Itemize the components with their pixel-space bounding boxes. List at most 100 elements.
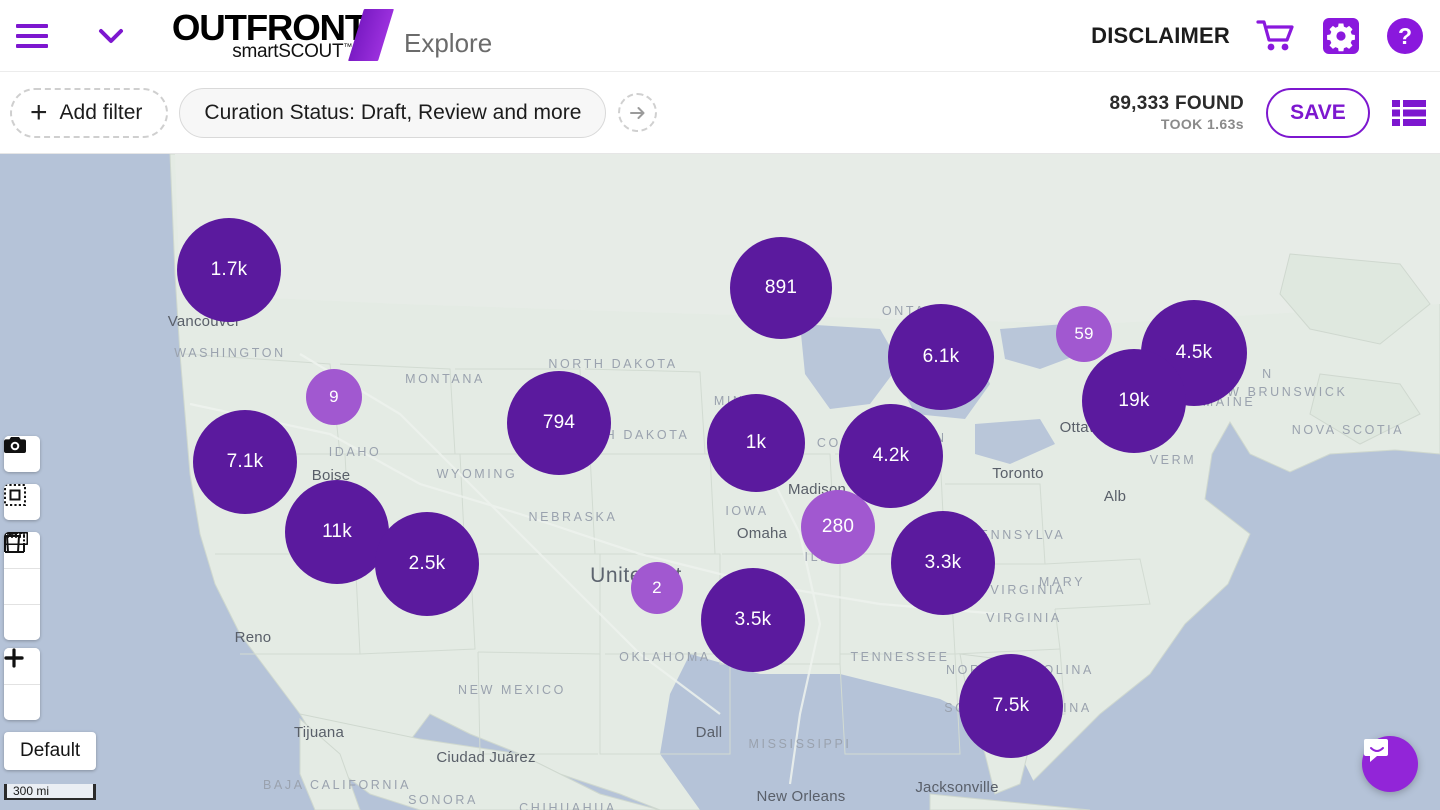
- cluster-bubble[interactable]: 7.5k: [959, 654, 1063, 758]
- chat-bubble-icon[interactable]: [1362, 736, 1418, 792]
- shopping-cart-icon[interactable]: [1256, 18, 1296, 54]
- cluster-bubble[interactable]: 11k: [285, 480, 389, 584]
- map-tool-measure-group: [4, 532, 40, 640]
- cluster-bubble-label: 9: [329, 387, 339, 407]
- cluster-bubble[interactable]: 280: [801, 490, 875, 564]
- cluster-bubble[interactable]: 19k: [1082, 349, 1186, 453]
- map-state-label: MARY: [1039, 575, 1085, 589]
- map-city-label: Tijuana: [294, 724, 344, 741]
- map-city-label: Omaha: [737, 525, 788, 542]
- help-icon[interactable]: ?: [1386, 17, 1424, 55]
- map-state-label: NOVA SCOTIA: [1292, 423, 1404, 437]
- save-button[interactable]: SAVE: [1266, 88, 1370, 138]
- map-state-label: NEBRASKA: [529, 510, 618, 524]
- basemap-style-label: Default: [20, 740, 80, 762]
- outfront-smartscout-logo[interactable]: OUTFRONT smartSCOUT™ Explore: [174, 11, 492, 61]
- map-tool-camera-group: [4, 436, 40, 472]
- cluster-bubble-label: 1.7k: [211, 259, 248, 281]
- add-filter-label: Add filter: [60, 101, 143, 125]
- cluster-bubble[interactable]: 59: [1056, 306, 1112, 362]
- map-state-label: BAJA CALIFORNIA: [263, 778, 411, 792]
- map-state-label: MONTANA: [405, 372, 485, 386]
- map-state-label: WASHINGTON: [174, 346, 285, 360]
- map-state-label: IDAHO: [329, 445, 382, 459]
- cluster-bubble-label: 794: [543, 412, 575, 434]
- map-scale-label: 300 mi: [7, 784, 49, 798]
- map-city-label: Dall: [696, 724, 723, 741]
- map-state-label: TENNESSEE: [850, 650, 949, 664]
- cluster-bubble-label: 11k: [322, 521, 352, 543]
- cluster-bubble[interactable]: 9: [306, 369, 362, 425]
- map-state-label: MISSISSIPPI: [749, 737, 852, 751]
- gear-icon[interactable]: [1322, 17, 1360, 55]
- camera-icon[interactable]: [4, 436, 40, 472]
- basemap-style-button[interactable]: Default: [4, 732, 96, 770]
- map-state-label: VERM: [1150, 453, 1197, 467]
- explore-app: OUTFRONT smartSCOUT™ Explore DISCLAIMER: [0, 0, 1440, 810]
- map-city-label: Jacksonville: [915, 779, 998, 796]
- map-city-label: Alb: [1104, 488, 1126, 505]
- cluster-bubble-label: 59: [1074, 324, 1093, 344]
- list-view-icon[interactable]: [1392, 100, 1426, 126]
- map-state-label: SONORA: [408, 793, 478, 807]
- minus-icon[interactable]: [4, 684, 40, 720]
- map-zoom-group: [4, 648, 40, 720]
- cluster-bubble[interactable]: 3.5k: [701, 568, 805, 672]
- cluster-bubble[interactable]: 7.1k: [193, 410, 297, 514]
- cluster-bubble-label: 2: [652, 578, 662, 598]
- cluster-bubble-label: 19k: [1118, 390, 1149, 412]
- logo-subbrand: smartSCOUT™: [232, 41, 352, 63]
- cluster-bubble[interactable]: 3.3k: [891, 511, 995, 615]
- disclaimer-link[interactable]: DISCLAIMER: [1091, 23, 1230, 49]
- map-state-label: WYOMING: [437, 467, 518, 481]
- cluster-bubble[interactable]: 1.7k: [177, 218, 281, 322]
- map-state-label: VIRGINIA: [986, 611, 1062, 625]
- query-duration: TOOK 1.63s: [1109, 116, 1244, 134]
- filter-bar: + Add filter Curation Status: Draft, Rev…: [0, 72, 1440, 154]
- cluster-bubble-label: 4.2k: [873, 445, 910, 467]
- cluster-bubble-label: 280: [822, 516, 854, 538]
- cluster-bubble[interactable]: 2.5k: [375, 512, 479, 616]
- svg-text:?: ?: [1398, 23, 1412, 49]
- cluster-bubble[interactable]: 1k: [707, 394, 805, 492]
- apply-filter-button[interactable]: [618, 93, 657, 132]
- cluster-bubble-label: 3.3k: [925, 552, 962, 574]
- map-canvas[interactable]: WASHINGTONMONTANANORTH DAKOTASOUTH DAKOT…: [0, 154, 1440, 810]
- cluster-bubble-label: 1k: [746, 432, 766, 454]
- map-city-label: Toronto: [992, 465, 1043, 482]
- cluster-bubble-label: 891: [765, 277, 797, 299]
- active-filter-chip[interactable]: Curation Status: Draft, Review and more: [179, 88, 606, 138]
- map-city-label: Ciudad Juárez: [436, 749, 535, 766]
- cluster-bubble[interactable]: 794: [507, 371, 611, 475]
- cluster-bubble-label: 3.5k: [735, 609, 772, 631]
- cluster-bubble[interactable]: 891: [730, 237, 832, 339]
- polygon-select-icon[interactable]: [4, 568, 40, 604]
- cluster-bubble-label: 4.5k: [1176, 342, 1213, 364]
- map-city-label: New Orleans: [757, 788, 846, 805]
- chevron-down-icon[interactable]: [98, 23, 124, 49]
- cluster-bubble[interactable]: 2: [631, 562, 683, 614]
- filter-bar-results: 89,333 FOUND TOOK 1.63s SAVE: [1109, 88, 1440, 138]
- cluster-bubble[interactable]: 4.2k: [839, 404, 943, 508]
- plus-icon: +: [30, 100, 48, 126]
- add-filter-button[interactable]: + Add filter: [10, 88, 168, 138]
- cluster-bubble[interactable]: 6.1k: [888, 304, 994, 410]
- map-state-label: CHIHUAHUA: [519, 801, 617, 810]
- cluster-bubble-label: 7.1k: [227, 451, 264, 473]
- header-actions: DISCLAIMER ?: [1091, 17, 1440, 55]
- hamburger-icon[interactable]: [16, 24, 48, 48]
- found-count: 89,333 FOUND: [1109, 92, 1244, 116]
- map-scale-bar: 300 mi: [4, 784, 96, 800]
- map-city-label: Reno: [235, 629, 272, 646]
- map-state-label: OKLAHOMA: [619, 650, 711, 664]
- active-filter-label: Curation Status: Draft, Review and more: [204, 101, 581, 125]
- map-tool-select-group: [4, 484, 40, 520]
- map-state-label: IOWA: [725, 504, 768, 518]
- select-area-icon[interactable]: [4, 484, 40, 520]
- map-state-label: N: [1262, 367, 1274, 381]
- map-state-label: NEW MEXICO: [458, 683, 566, 697]
- page-title: Explore: [404, 28, 492, 61]
- cluster-bubble-label: 2.5k: [409, 553, 446, 575]
- cluster-bubble-label: 7.5k: [993, 695, 1030, 717]
- trash-icon[interactable]: [4, 604, 40, 640]
